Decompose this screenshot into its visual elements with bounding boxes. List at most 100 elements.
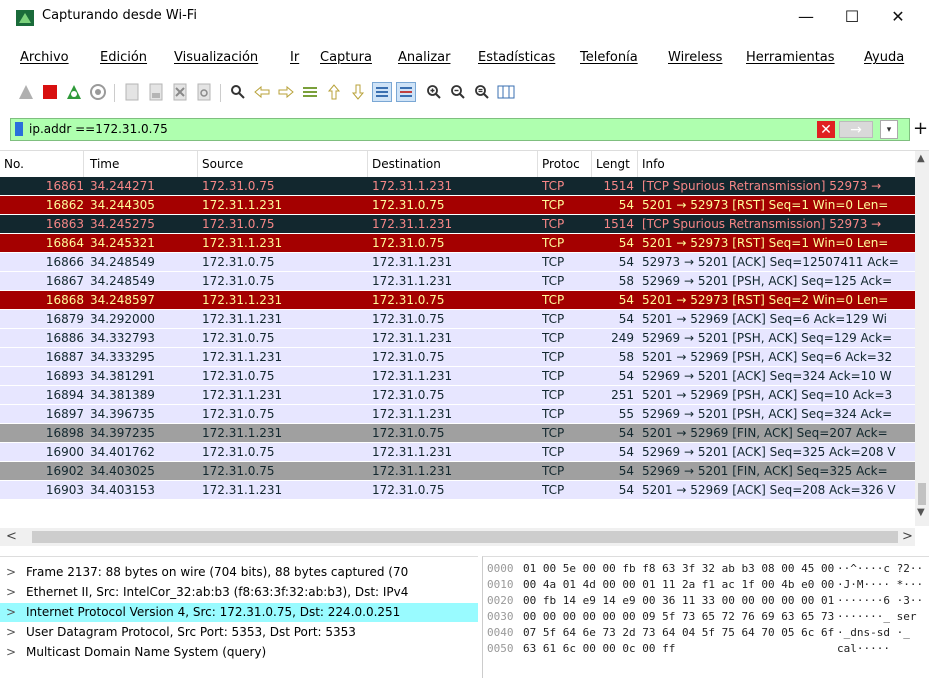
- packet-row[interactable]: 16866 34.248549 172.31.0.75 172.31.1.231 TCP…: [0, 253, 915, 271]
- go-to-packet-icon[interactable]: [300, 82, 320, 102]
- detail-tree-item[interactable]: > Frame 2137: 88 bytes on wire (704 bits)…: [0, 563, 478, 582]
- column-header-time[interactable]: Time: [86, 151, 198, 177]
- menu-archivo[interactable]: Archivo: [20, 50, 69, 65]
- menu-estadisticas[interactable]: Estadísticas: [478, 50, 555, 65]
- menu-visualizacion[interactable]: Visualización: [174, 50, 258, 65]
- packet-row[interactable]: 16886 34.332793 172.31.0.75 172.31.1.231 TCP…: [0, 329, 915, 347]
- scrollbar-thumb[interactable]: [918, 483, 926, 505]
- expand-arrow-icon[interactable]: >: [6, 603, 16, 622]
- detail-tree-item[interactable]: > Ethernet II, Src: IntelCor_32:ab:b3 (f8…: [0, 583, 478, 602]
- column-header-destination[interactable]: Destination: [368, 151, 538, 177]
- packet-list-horizontal-scrollbar[interactable]: < >: [0, 528, 915, 546]
- packet-row[interactable]: 16902 34.403025 172.31.0.75 172.31.1.231 TCP…: [0, 462, 915, 480]
- scroll-down-arrow-icon[interactable]: ▼: [917, 507, 925, 518]
- go-first-icon[interactable]: [324, 82, 344, 102]
- packet-row[interactable]: 16897 34.396735 172.31.0.75 172.31.1.231 TCP…: [0, 405, 915, 423]
- save-file-icon[interactable]: [146, 82, 166, 102]
- menu-ayuda[interactable]: Ayuda: [864, 50, 904, 65]
- expand-arrow-icon[interactable]: >: [6, 643, 16, 662]
- clear-filter-button[interactable]: ✕: [817, 121, 835, 138]
- scroll-left-arrow-icon[interactable]: <: [6, 529, 17, 544]
- packet-row[interactable]: 16903 34.403153 172.31.1.231 172.31.0.75 TCP…: [0, 481, 915, 499]
- hex-offset[interactable]: 0050: [487, 641, 514, 656]
- hex-offset[interactable]: 0000: [487, 561, 514, 576]
- hex-bytes[interactable]: 63 61 6c 00 00 0c 00 ff: [523, 641, 675, 656]
- go-back-icon[interactable]: [252, 82, 272, 102]
- packet-row[interactable]: 16900 34.401762 172.31.0.75 172.31.1.231 TCP…: [0, 443, 915, 461]
- colorize-icon[interactable]: [396, 82, 416, 102]
- shark-fin-icon[interactable]: [16, 82, 36, 102]
- menu-herramientas[interactable]: Herramientas: [746, 50, 835, 65]
- packet-row[interactable]: 16898 34.397235 172.31.1.231 172.31.0.75 TCP…: [0, 424, 915, 442]
- packet-row[interactable]: 16863 34.245275 172.31.0.75 172.31.1.231 TCP…: [0, 215, 915, 233]
- menu-captura[interactable]: Captura: [320, 50, 372, 65]
- menu-ir[interactable]: Ir: [290, 50, 299, 65]
- packet-row[interactable]: 16893 34.381291 172.31.0.75 172.31.1.231 TCP…: [0, 367, 915, 385]
- maximize-button[interactable]: ☐: [829, 0, 875, 33]
- stop-capture-icon[interactable]: [40, 82, 60, 102]
- go-forward-icon[interactable]: [276, 82, 296, 102]
- packet-row[interactable]: 16887 34.333295 172.31.1.231 172.31.0.75 TCP…: [0, 348, 915, 366]
- hex-ascii[interactable]: ··^····c ?2··: [837, 561, 923, 576]
- close-window-button[interactable]: ✕: [875, 0, 921, 33]
- add-filter-button[interactable]: +: [913, 118, 928, 139]
- packet-list-vertical-scrollbar[interactable]: ▲ ▼: [915, 151, 929, 526]
- hex-offset[interactable]: 0030: [487, 609, 514, 624]
- scroll-right-arrow-icon[interactable]: >: [902, 529, 913, 544]
- hex-ascii[interactable]: ·······6 ·3··: [837, 593, 923, 608]
- column-header-info[interactable]: Info: [638, 151, 915, 177]
- packet-row[interactable]: 16894 34.381389 172.31.1.231 172.31.0.75 TCP…: [0, 386, 915, 404]
- expand-arrow-icon[interactable]: >: [6, 583, 16, 602]
- hex-offset[interactable]: 0020: [487, 593, 514, 608]
- restart-capture-icon[interactable]: [64, 82, 84, 102]
- filter-history-dropdown[interactable]: ▾: [880, 120, 898, 139]
- hex-bytes[interactable]: 00 00 00 00 00 00 09 5f 73 65 72 76 69 6…: [523, 609, 834, 624]
- capture-options-icon[interactable]: [88, 82, 108, 102]
- open-file-icon[interactable]: [122, 82, 142, 102]
- hex-offset[interactable]: 0040: [487, 625, 514, 640]
- detail-tree-item[interactable]: > Internet Protocol Version 4, Src: 172.3…: [0, 603, 478, 622]
- scroll-up-arrow-icon[interactable]: ▲: [917, 153, 925, 164]
- close-file-icon[interactable]: [170, 82, 190, 102]
- expand-arrow-icon[interactable]: >: [6, 563, 16, 582]
- zoom-normal-icon[interactable]: [472, 82, 492, 102]
- hex-bytes[interactable]: 01 00 5e 00 00 fb f8 63 3f 32 ab b3 08 0…: [523, 561, 834, 576]
- packet-row[interactable]: 16868 34.248597 172.31.1.231 172.31.0.75 TCP…: [0, 291, 915, 309]
- packet-row[interactable]: 16864 34.245321 172.31.1.231 172.31.0.75 TCP…: [0, 234, 915, 252]
- hex-ascii[interactable]: cal·····: [837, 641, 890, 656]
- hex-ascii[interactable]: ·······_ ser: [837, 609, 916, 624]
- menu-analizar[interactable]: Analizar: [398, 50, 450, 65]
- display-filter-input[interactable]: ip.addr ==172.31.0.75: [29, 122, 168, 136]
- menu-edicion[interactable]: Edición: [100, 50, 147, 65]
- expand-arrow-icon[interactable]: >: [6, 623, 16, 642]
- bookmark-icon[interactable]: [15, 122, 23, 136]
- hex-ascii[interactable]: ·_dns-sd ·_: [837, 625, 910, 640]
- column-header-no[interactable]: No.: [0, 151, 84, 177]
- detail-tree-item[interactable]: > User Datagram Protocol, Src Port: 5353,…: [0, 623, 478, 642]
- resize-columns-icon[interactable]: [496, 82, 516, 102]
- hex-bytes[interactable]: 00 fb 14 e9 14 e9 00 36 11 33 00 00 00 0…: [523, 593, 834, 608]
- column-header-source[interactable]: Source: [198, 151, 368, 177]
- find-packet-icon[interactable]: [228, 82, 248, 102]
- packet-row[interactable]: 16879 34.292000 172.31.1.231 172.31.0.75 TCP…: [0, 310, 915, 328]
- menu-wireless[interactable]: Wireless: [668, 50, 722, 65]
- autoscroll-icon[interactable]: [372, 82, 392, 102]
- column-header-protocol[interactable]: Protoc: [538, 151, 592, 177]
- hex-bytes[interactable]: 07 5f 64 6e 73 2d 73 64 04 5f 75 64 70 0…: [523, 625, 834, 640]
- hex-bytes[interactable]: 00 4a 01 4d 00 00 01 11 2a f1 ac 1f 00 4…: [523, 577, 834, 592]
- apply-filter-button[interactable]: →: [839, 121, 873, 138]
- packet-row[interactable]: 16861 34.244271 172.31.0.75 172.31.1.231 TCP…: [0, 177, 915, 195]
- minimize-button[interactable]: —: [783, 0, 829, 33]
- detail-tree-item[interactable]: > Multicast Domain Name System (query): [0, 643, 478, 662]
- packet-row[interactable]: 16862 34.244305 172.31.1.231 172.31.0.75 TCP…: [0, 196, 915, 214]
- column-header-length[interactable]: Lengt: [592, 151, 638, 177]
- menu-telefonia[interactable]: Telefonía: [580, 50, 638, 65]
- zoom-out-icon[interactable]: [448, 82, 468, 102]
- go-last-icon[interactable]: [348, 82, 368, 102]
- zoom-in-icon[interactable]: [424, 82, 444, 102]
- scrollbar-thumb[interactable]: [32, 531, 898, 543]
- hex-ascii[interactable]: ·J·M···· *···: [837, 577, 923, 592]
- hex-offset[interactable]: 0010: [487, 577, 514, 592]
- reload-file-icon[interactable]: [194, 82, 214, 102]
- packet-row[interactable]: 16867 34.248549 172.31.0.75 172.31.1.231 TCP…: [0, 272, 915, 290]
